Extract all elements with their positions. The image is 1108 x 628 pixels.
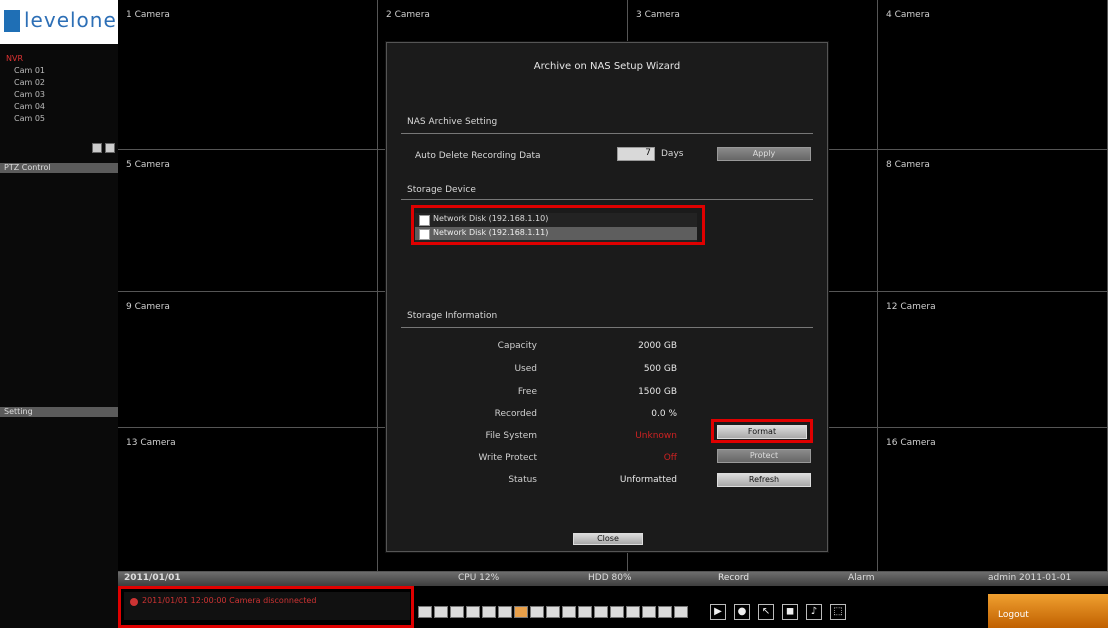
snapshot-icon[interactable]: ◼ <box>782 604 798 620</box>
tree-item-cam[interactable]: Cam 03 <box>14 90 45 99</box>
camera-cell[interactable]: 12 Camera <box>878 292 1108 428</box>
apply-button[interactable]: Apply <box>717 147 811 161</box>
camera-cell[interactable]: 4 Camera <box>878 0 1108 150</box>
dialog-title: Archive on NAS Setup Wizard <box>533 61 681 72</box>
camera-cell-label: 16 Camera <box>886 438 936 448</box>
info-value: 500 GB <box>643 364 677 374</box>
section-storage-device-heading: Storage Device <box>407 185 476 195</box>
layout-button[interactable] <box>626 606 640 618</box>
camera-cell-label: 12 Camera <box>886 302 936 312</box>
info-label: Free <box>517 387 537 397</box>
nas-setup-dialog: Archive on NAS Setup Wizard NAS Archive … <box>386 42 828 552</box>
playback-icon[interactable]: ▶ <box>710 604 726 620</box>
status-bar: 2011/01/01 CPU 12% HDD 80% Record Alarm … <box>118 572 1108 586</box>
info-value: Unformatted <box>619 475 677 485</box>
layout-button[interactable] <box>434 606 448 618</box>
section-storage-info-heading: Storage Information <box>407 311 498 321</box>
camera-cell-label: 8 Camera <box>886 160 930 170</box>
record-icon[interactable]: ● <box>734 604 750 620</box>
tree-item-cam[interactable]: Cam 04 <box>14 102 45 111</box>
refresh-button[interactable]: Refresh <box>717 473 811 487</box>
camera-cell[interactable]: 8 Camera <box>878 150 1108 292</box>
days-label: Days <box>661 149 684 159</box>
layout-button[interactable] <box>466 606 480 618</box>
left-panel: levelone NVR Cam 01 Cam 02 Cam 03 Cam 04… <box>0 0 119 628</box>
camera-cell-label: 2 Camera <box>386 10 430 20</box>
camera-cell-label: 5 Camera <box>126 160 170 170</box>
tree-item-cam[interactable]: Cam 02 <box>14 78 45 87</box>
tree-item-root[interactable]: NVR <box>6 54 23 63</box>
protect-button[interactable]: Protect <box>717 449 811 463</box>
info-label: File System <box>485 431 537 441</box>
info-label: Write Protect <box>478 453 537 463</box>
info-value: 2000 GB <box>638 341 677 351</box>
highlight-box-event <box>118 586 414 628</box>
tree-item-cam[interactable]: Cam 01 <box>14 66 45 75</box>
tree-item-cam[interactable]: Cam 05 <box>14 114 45 123</box>
camera-cell-label: 4 Camera <box>886 10 930 20</box>
layout-button[interactable] <box>594 606 608 618</box>
divider <box>401 327 813 328</box>
panel-header-setting[interactable]: Setting <box>0 407 118 417</box>
bottom-toolbar: 2011/01/01 12:00:00 Camera disconnected … <box>118 586 1108 628</box>
layout-button[interactable] <box>514 606 528 618</box>
camera-cell-label: 1 Camera <box>126 10 170 20</box>
layout-button[interactable] <box>674 606 688 618</box>
logo-bar: levelone <box>0 0 118 44</box>
section-archive-heading: NAS Archive Setting <box>407 117 498 127</box>
tree-expand-button[interactable] <box>92 143 102 153</box>
tree-collapse-button[interactable] <box>105 143 115 153</box>
info-label: Used <box>514 364 537 374</box>
camera-cell[interactable]: 9 Camera <box>118 292 378 428</box>
close-button[interactable]: Close <box>573 533 643 545</box>
divider <box>401 133 813 134</box>
layout-button[interactable] <box>530 606 544 618</box>
info-label: Status <box>508 475 537 485</box>
camera-cell-label: 3 Camera <box>636 10 680 20</box>
layout-button[interactable] <box>562 606 576 618</box>
camera-cell[interactable]: 13 Camera <box>118 428 378 572</box>
logo-text: levelone <box>24 8 117 32</box>
fullscreen-icon[interactable]: ⬚ <box>830 604 846 620</box>
layout-button[interactable] <box>642 606 656 618</box>
camera-cell[interactable]: 16 Camera <box>878 428 1108 572</box>
camera-cell-label: 13 Camera <box>126 438 176 448</box>
pointer-icon[interactable]: ↖ <box>758 604 774 620</box>
layout-button[interactable] <box>482 606 496 618</box>
divider <box>401 199 813 200</box>
info-value: 1500 GB <box>638 387 677 397</box>
info-label: Recorded <box>494 409 537 419</box>
layout-button[interactable] <box>498 606 512 618</box>
panel-header-ptz[interactable]: PTZ Control <box>0 163 118 173</box>
camera-cell[interactable]: 5 Camera <box>118 150 378 292</box>
status-user: admin 2011-01-01 <box>988 573 1072 583</box>
layout-button[interactable] <box>418 606 432 618</box>
layout-button[interactable] <box>546 606 560 618</box>
camera-cell[interactable]: 1 Camera <box>118 0 378 150</box>
audio-icon[interactable]: ♪ <box>806 604 822 620</box>
camera-cell-label: 9 Camera <box>126 302 170 312</box>
info-value-status: Off <box>663 453 677 463</box>
auto-delete-label: Auto Delete Recording Data <box>415 151 541 161</box>
layout-button[interactable] <box>610 606 624 618</box>
logout-label[interactable]: Logout <box>998 610 1029 620</box>
status-alarm[interactable]: Alarm <box>848 573 874 583</box>
layout-button[interactable] <box>450 606 464 618</box>
info-value: 0.0 % <box>651 409 677 419</box>
logo-icon <box>4 10 20 32</box>
info-label: Capacity <box>497 341 537 351</box>
status-hdd: HDD 80% <box>588 573 632 583</box>
layout-button[interactable] <box>658 606 672 618</box>
info-value-status: Unknown <box>635 431 677 441</box>
days-input[interactable]: 7 <box>617 147 655 161</box>
highlight-box-device <box>411 205 705 245</box>
highlight-box-format <box>711 419 813 443</box>
layout-button[interactable] <box>578 606 592 618</box>
status-record[interactable]: Record <box>718 573 749 583</box>
logout-panel[interactable]: Logout <box>988 594 1108 628</box>
layout-button-group <box>418 606 698 620</box>
status-cpu: CPU 12% <box>458 573 500 583</box>
status-time: 2011/01/01 <box>124 573 181 583</box>
